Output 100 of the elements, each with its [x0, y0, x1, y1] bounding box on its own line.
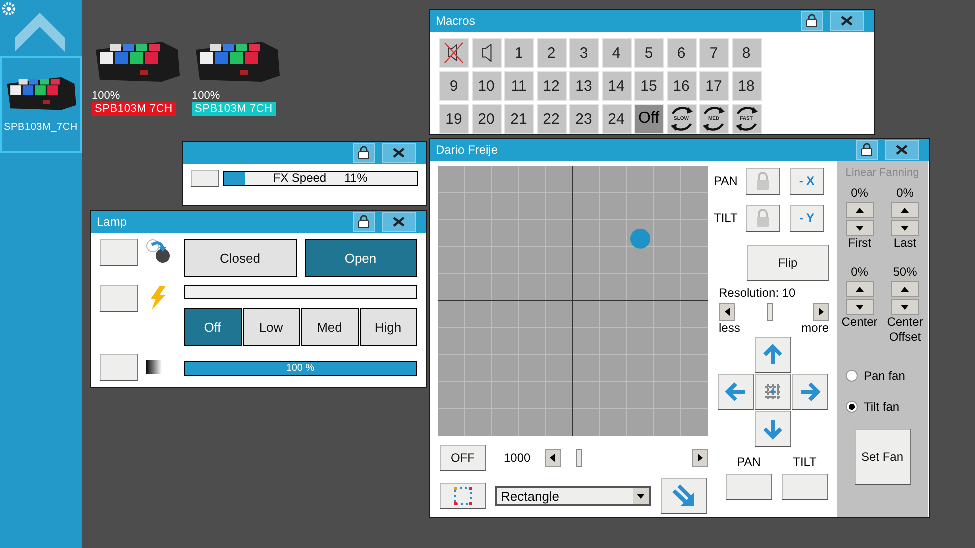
radio-button[interactable]	[846, 370, 858, 382]
macro-button[interactable]: 20	[472, 104, 502, 134]
macro-button[interactable]: 14	[602, 71, 632, 101]
macro-button[interactable]: 6	[666, 38, 696, 68]
axis-button[interactable]	[726, 474, 772, 500]
macro-button[interactable]: 13	[569, 71, 599, 101]
macro-button[interactable]: 11	[504, 71, 534, 101]
mute-button[interactable]	[439, 38, 469, 68]
up-triangle-icon	[856, 208, 864, 212]
right-arrow-icon	[799, 381, 821, 403]
macro-button[interactable]: 24	[602, 104, 632, 134]
slider-thumb[interactable]	[766, 303, 773, 321]
increment-button[interactable]	[891, 202, 920, 218]
macro-button[interactable]: 19	[439, 104, 469, 134]
resolution-slider[interactable]	[719, 303, 829, 321]
decrement-button[interactable]	[846, 299, 874, 315]
macro-button[interactable]: 9	[439, 71, 469, 101]
macro-button[interactable]: 1	[504, 38, 534, 68]
grid-icon	[765, 384, 781, 400]
set-fan-button[interactable]: Set Fan	[854, 429, 910, 485]
macro-button[interactable]: 15	[634, 71, 664, 101]
pan-label: PAN	[714, 174, 739, 188]
fixture-tag: SPB103M 7CH	[92, 102, 176, 116]
macro-button[interactable]: 16	[666, 71, 696, 101]
close-button[interactable]	[382, 212, 416, 232]
macro-button[interactable]: Off	[634, 104, 664, 134]
close-button[interactable]	[830, 11, 864, 31]
dimmer-button[interactable]	[100, 354, 138, 381]
power-option[interactable]: High	[360, 308, 417, 346]
macro-button[interactable]: 10	[472, 71, 502, 101]
diagonal-arrow-icon	[671, 483, 697, 509]
down-triangle-icon	[901, 304, 910, 310]
invert-x-button[interactable]: - X	[790, 168, 824, 194]
down-button[interactable]	[755, 411, 791, 447]
right-button[interactable]	[792, 374, 828, 410]
decrement-button[interactable]	[891, 299, 920, 315]
shutter-button[interactable]	[100, 239, 138, 266]
shape-button[interactable]	[440, 483, 486, 509]
macro-button[interactable]: 4	[602, 38, 632, 68]
power-option[interactable]: Off	[184, 308, 242, 346]
radio-button[interactable]	[846, 401, 858, 413]
down-arrow-icon	[762, 418, 784, 440]
macro-button[interactable]: 18	[732, 71, 762, 101]
power-option[interactable]: Med	[301, 308, 358, 346]
macro-button[interactable]: 7	[699, 38, 729, 68]
scroll-right-button[interactable]	[692, 449, 708, 467]
tilt-lock-button[interactable]	[746, 204, 780, 232]
flip-button[interactable]: Flip	[747, 245, 829, 281]
pan-lock-button[interactable]	[746, 168, 780, 194]
macro-button[interactable]: 17	[699, 71, 729, 101]
axis-button[interactable]	[782, 474, 828, 500]
shutter-option[interactable]: Open	[304, 239, 417, 277]
dotted-square-icon	[453, 486, 473, 506]
lock-button[interactable]	[856, 140, 878, 160]
lock-button[interactable]	[353, 212, 375, 232]
spinner-label: Last	[892, 236, 918, 251]
power-button[interactable]	[100, 285, 138, 312]
power-option[interactable]: Low	[242, 308, 300, 346]
off-button[interactable]: OFF	[440, 445, 486, 471]
macro-button[interactable]: 23	[569, 104, 599, 134]
macro-button[interactable]: 2	[536, 38, 566, 68]
increment-button[interactable]	[891, 281, 920, 297]
fx-speed-slider[interactable]: FX Speed 11%	[223, 171, 418, 186]
window-title: Lamp	[96, 215, 128, 229]
decrement-button[interactable]	[891, 220, 920, 236]
spinner-label: Center	[840, 315, 879, 330]
macro-button[interactable]: 8	[732, 38, 762, 68]
apply-button[interactable]	[661, 478, 707, 514]
close-button[interactable]	[382, 143, 416, 163]
macro-button[interactable]: 12	[536, 71, 566, 101]
left-button[interactable]	[718, 374, 754, 410]
up-button[interactable]	[755, 337, 791, 373]
speed-scrollbar[interactable]	[544, 449, 708, 467]
increment-button[interactable]	[846, 281, 874, 297]
shutter-option[interactable]: Closed	[184, 239, 296, 277]
center-button[interactable]	[755, 374, 791, 410]
scroll-left-button[interactable]	[544, 449, 561, 467]
lock-icon	[358, 215, 370, 229]
macro-button[interactable]: 3	[569, 38, 599, 68]
close-button[interactable]	[885, 140, 919, 160]
decrease-button[interactable]	[719, 303, 735, 321]
position-dot[interactable]	[630, 228, 650, 249]
slider-label: FX Speed	[273, 172, 327, 185]
fx-button[interactable]	[191, 170, 219, 187]
lock-button[interactable]	[353, 143, 375, 163]
shape-dropdown[interactable]: Rectangle	[495, 486, 651, 506]
up-triangle-icon	[901, 286, 910, 292]
close-icon	[895, 145, 909, 155]
invert-y-button[interactable]: - Y	[790, 204, 824, 232]
macro-button[interactable]: 21	[504, 104, 534, 134]
gradient-icon	[146, 360, 162, 374]
decrement-button[interactable]	[846, 220, 874, 236]
macro-button[interactable]: 5	[634, 38, 664, 68]
sound-button[interactable]	[472, 38, 502, 68]
settings-icon[interactable]	[2, 2, 16, 16]
lock-button[interactable]	[801, 11, 823, 31]
increase-button[interactable]	[813, 303, 829, 321]
scroll-thumb[interactable]	[576, 449, 582, 467]
increment-button[interactable]	[846, 202, 874, 218]
macro-button[interactable]: 22	[536, 104, 566, 134]
